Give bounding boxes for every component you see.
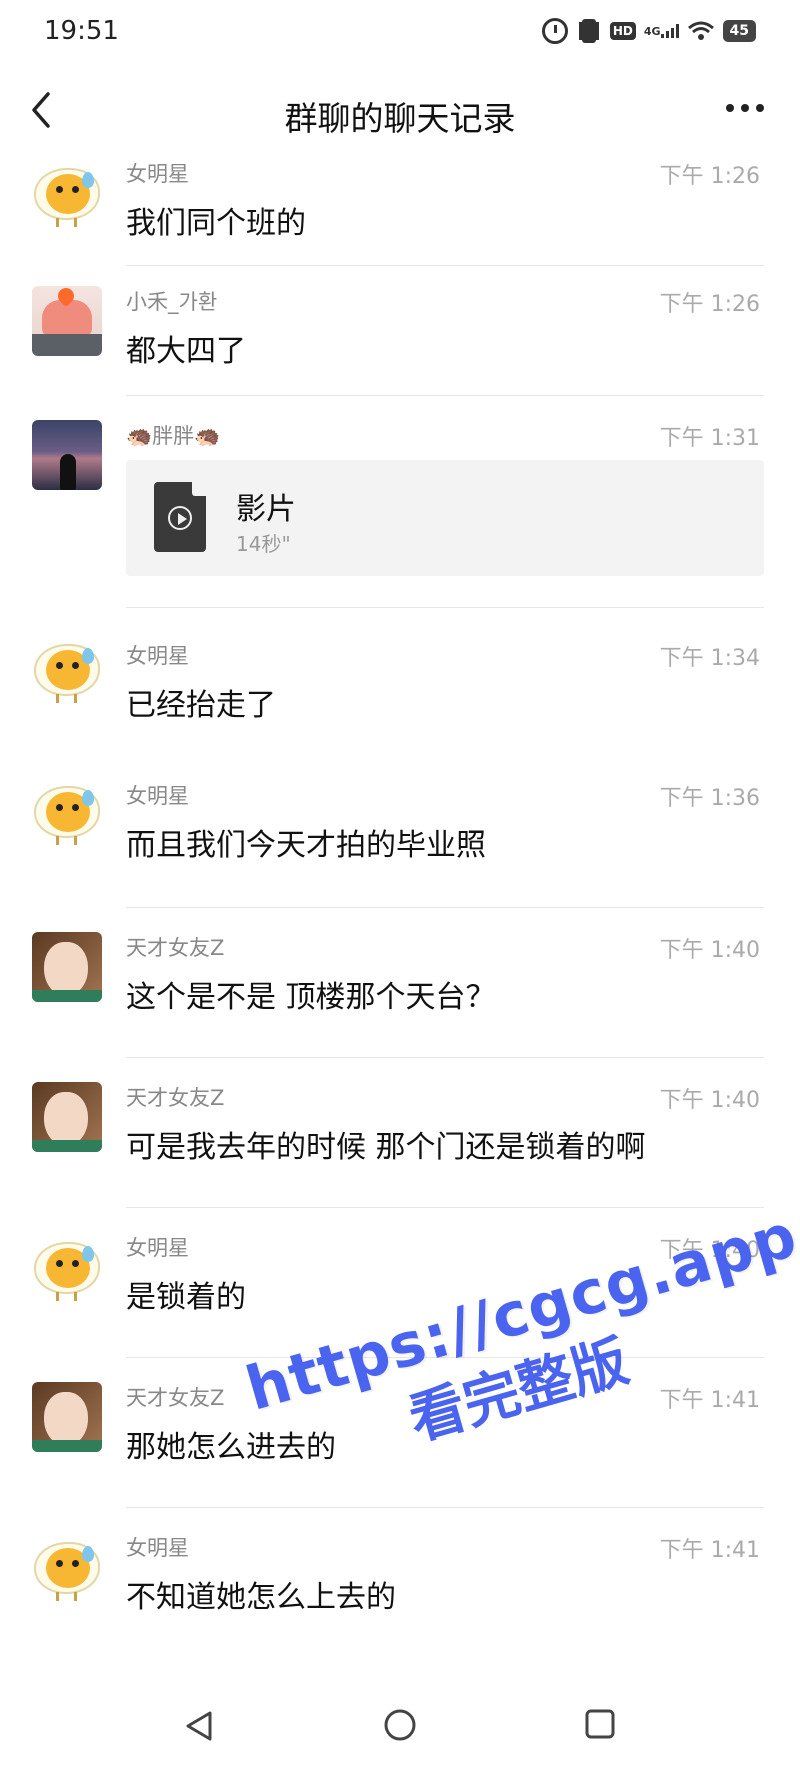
chat-message[interactable]: 女明星 下午 1:36 而且我们今天才拍的毕业照 bbox=[0, 758, 800, 908]
sender-name: 女明星 bbox=[126, 1536, 189, 1560]
sender-name: 女明星 bbox=[126, 1236, 189, 1260]
sender-name: 🦔胖胖🦔 bbox=[126, 424, 221, 448]
message-time: 下午 1:34 bbox=[659, 646, 760, 671]
more-options-icon[interactable] bbox=[726, 104, 764, 112]
message-text: 可是我去年的时候 那个门还是锁着的啊 bbox=[126, 1130, 646, 1165]
avatar[interactable] bbox=[32, 420, 102, 490]
message-text: 都大四了 bbox=[126, 334, 246, 369]
message-text: 而且我们今天才拍的毕业照 bbox=[126, 828, 486, 863]
avatar[interactable] bbox=[32, 634, 102, 704]
chat-message[interactable]: 女明星 下午 1:34 已经抬走了 bbox=[0, 608, 800, 758]
alarm-icon bbox=[541, 18, 568, 44]
signal-icon: 4G bbox=[644, 24, 679, 38]
chat-message[interactable]: 女明星 下午 1:40 是锁着的 bbox=[0, 1208, 800, 1358]
battery-icon: 45 bbox=[722, 20, 756, 42]
message-time: 下午 1:36 bbox=[659, 786, 760, 811]
page-title: 群聊的聊天记录 bbox=[284, 99, 516, 138]
avatar[interactable] bbox=[32, 932, 102, 1002]
chat-message[interactable]: 小禾_가환 下午 1:26 都大四了 bbox=[0, 266, 800, 396]
message-time: 下午 1:26 bbox=[659, 164, 760, 189]
video-file-card[interactable]: 影片 14秒" bbox=[126, 460, 764, 576]
message-time: 下午 1:41 bbox=[659, 1388, 760, 1413]
sender-name: 天才女友Z bbox=[126, 936, 225, 960]
sender-name: 天才女友Z bbox=[126, 1386, 225, 1410]
system-nav-bar bbox=[0, 1674, 800, 1784]
sender-name: 小禾_가환 bbox=[126, 290, 218, 314]
sender-name: 天才女友Z bbox=[126, 1086, 225, 1110]
status-time: 19:51 bbox=[44, 16, 119, 46]
chat-message-file[interactable]: 🦔胖胖🦔 下午 1:31 影片 14秒" bbox=[0, 396, 800, 608]
sender-name: 女明星 bbox=[126, 784, 189, 808]
message-text: 不知道她怎么上去的 bbox=[126, 1580, 396, 1615]
status-icons: HD 4G 45 bbox=[541, 18, 756, 44]
message-time: 下午 1:40 bbox=[659, 1088, 760, 1113]
chat-message[interactable]: 天才女友Z 下午 1:40 可是我去年的时候 那个门还是锁着的啊 bbox=[0, 1058, 800, 1208]
network-type: 4G bbox=[643, 24, 661, 38]
avatar[interactable] bbox=[32, 1232, 102, 1302]
file-name: 影片 bbox=[236, 492, 296, 527]
avatar[interactable] bbox=[32, 1082, 102, 1152]
chat-message[interactable]: 女明星 下午 1:41 不知道她怎么上去的 bbox=[0, 1508, 800, 1638]
nav-home-icon[interactable] bbox=[383, 1708, 417, 1742]
avatar[interactable] bbox=[32, 1532, 102, 1602]
nav-recents-icon[interactable] bbox=[584, 1708, 616, 1740]
message-text: 已经抬走了 bbox=[126, 688, 276, 723]
message-time: 下午 1:26 bbox=[659, 292, 760, 317]
message-time: 下午 1:41 bbox=[659, 1538, 760, 1563]
chat-history-list[interactable]: 女明星 下午 1:26 我们同个班的 小禾_가환 下午 1:26 都大四了 🦔胖… bbox=[0, 152, 800, 1638]
message-time: 下午 1:31 bbox=[659, 426, 760, 451]
status-bar: 19:51 HD 4G 45 bbox=[0, 0, 800, 60]
message-text: 那她怎么进去的 bbox=[126, 1430, 336, 1465]
message-time: 下午 1:40 bbox=[659, 938, 760, 963]
avatar[interactable] bbox=[32, 776, 102, 846]
file-duration: 14秒" bbox=[236, 532, 291, 556]
avatar[interactable] bbox=[32, 1382, 102, 1452]
message-text: 我们同个班的 bbox=[126, 206, 306, 241]
message-time: 下午 1:40 bbox=[659, 1238, 760, 1263]
avatar[interactable] bbox=[32, 158, 102, 228]
chat-message[interactable]: 天才女友Z 下午 1:41 那她怎么进去的 bbox=[0, 1358, 800, 1508]
message-text: 这个是不是 顶楼那个天台？ bbox=[126, 980, 496, 1015]
avatar[interactable] bbox=[32, 286, 102, 356]
video-file-icon bbox=[154, 482, 206, 552]
hd-icon: HD bbox=[609, 22, 636, 40]
sender-name: 女明星 bbox=[126, 162, 189, 186]
sender-name: 女明星 bbox=[126, 644, 189, 668]
message-text: 是锁着的 bbox=[126, 1280, 246, 1315]
nav-header: 群聊的聊天记录 bbox=[0, 60, 800, 160]
chat-message[interactable]: 天才女友Z 下午 1:40 这个是不是 顶楼那个天台？ bbox=[0, 908, 800, 1058]
chat-message[interactable]: 女明星 下午 1:26 我们同个班的 bbox=[0, 152, 800, 266]
wifi-icon bbox=[687, 21, 715, 41]
vibrate-icon bbox=[581, 19, 596, 43]
